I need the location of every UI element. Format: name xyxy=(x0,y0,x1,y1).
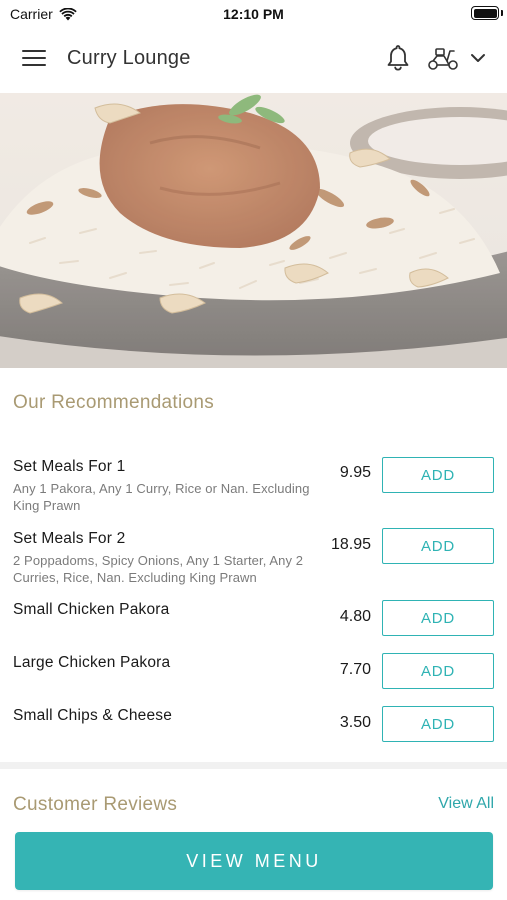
item-description: Any 1 Pakora, Any 1 Curry, Rice or Nan. … xyxy=(13,481,310,513)
item-price: 7.70 xyxy=(339,661,371,678)
battery-icon xyxy=(471,6,499,20)
status-time: 12:10 PM xyxy=(223,6,284,22)
item-name: Small Chips & Cheese xyxy=(13,707,173,724)
status-bar: Carrier 12:10 PM xyxy=(0,0,507,28)
item-price: 18.95 xyxy=(330,536,371,553)
chevron-down-icon[interactable] xyxy=(470,52,486,64)
section-divider xyxy=(0,762,507,769)
view-menu-button[interactable]: VIEW MENU xyxy=(15,832,493,890)
recommendations-title: Our Recommendations xyxy=(13,392,215,413)
scooter-icon[interactable] xyxy=(427,46,459,72)
add-button[interactable]: ADD xyxy=(382,457,494,493)
item-price: 9.95 xyxy=(339,464,371,481)
bell-icon[interactable] xyxy=(386,44,410,72)
app-header: Curry Lounge xyxy=(0,28,507,92)
item-price: 4.80 xyxy=(339,608,371,625)
add-button[interactable]: ADD xyxy=(382,600,494,636)
item-description: 2 Poppadoms, Spicy Onions, Any 1 Starter… xyxy=(13,553,304,585)
battery-tip xyxy=(501,10,503,16)
reviews-title: Customer Reviews xyxy=(13,794,178,815)
item-name: Large Chicken Pakora xyxy=(13,654,171,671)
item-name: Set Meals For 1 xyxy=(13,458,126,475)
item-name: Small Chicken Pakora xyxy=(13,601,170,618)
page-title: Curry Lounge xyxy=(67,47,191,69)
add-button[interactable]: ADD xyxy=(382,653,494,689)
view-all-link[interactable]: View All xyxy=(438,795,494,813)
menu-icon[interactable] xyxy=(22,50,46,68)
add-button[interactable]: ADD xyxy=(382,706,494,742)
item-name: Set Meals For 2 xyxy=(13,530,126,547)
item-price: 3.50 xyxy=(339,714,371,731)
add-button[interactable]: ADD xyxy=(382,528,494,564)
hero-food-image xyxy=(0,93,507,368)
